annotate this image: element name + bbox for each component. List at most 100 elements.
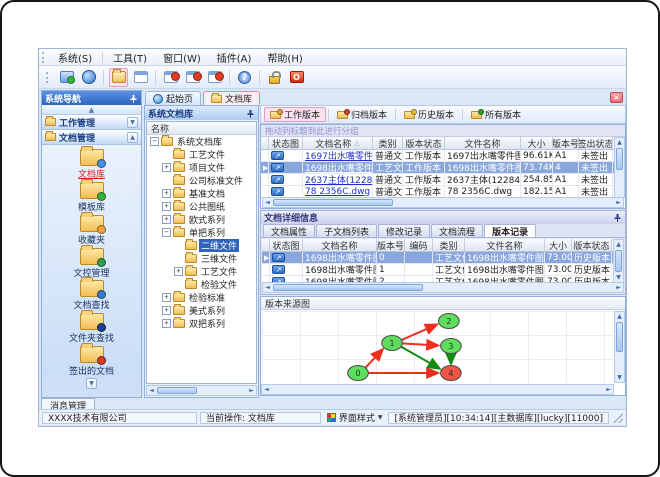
collapse-icon[interactable]: − <box>150 137 159 146</box>
scroll-left-icon[interactable]: ◄ <box>263 198 272 207</box>
scroll-up-icon[interactable]: ▲ <box>615 138 624 147</box>
tree-node-单把系列[interactable]: − 单把系列 <box>147 226 256 239</box>
column-header-文件名称[interactable]: 文件名称 <box>465 239 545 251</box>
tree-node-工艺文件[interactable]: + 工艺文件 <box>147 265 256 278</box>
tree-node-项目文件[interactable]: + 项目文件 <box>147 161 256 174</box>
column-header-版本号[interactable]: 版本号 <box>377 239 405 251</box>
scrollbar-thumb[interactable] <box>157 387 197 394</box>
table-row[interactable]: ↗1697出水嘴零件图.dwg普通文档工作版本1697出水嘴零件图.dwg96.… <box>261 150 625 162</box>
pin-icon[interactable] <box>129 94 138 103</box>
detail-grid-horizontal-scrollbar[interactable]: ◄ ► <box>262 282 624 293</box>
version-button-历史版本[interactable]: 历史版本 <box>398 107 460 122</box>
system-icon[interactable] <box>57 68 76 87</box>
expand-icon[interactable]: + <box>162 293 171 302</box>
document-library-window-icon[interactable] <box>109 67 128 87</box>
version-node-2[interactable]: 2 <box>438 313 460 329</box>
close-all-icon[interactable] <box>205 68 224 87</box>
table-row[interactable]: ↗1698出水嘴零件图.dwg1工艺文件1698出水嘴零件图.dwg73.00K… <box>262 264 624 276</box>
version-button-工作版本[interactable]: 工作版本 <box>264 107 327 122</box>
scroll-down-icon[interactable]: ▼ <box>615 373 624 382</box>
expand-icon[interactable]: + <box>162 189 171 198</box>
scrollbar-thumb[interactable] <box>616 322 623 352</box>
detail-grid-vertical-scrollbar[interactable]: ▲ ▼ <box>613 239 624 284</box>
version-node-0[interactable]: 0 <box>347 365 369 381</box>
tree-node-工艺文件[interactable]: 工艺文件 <box>147 148 256 161</box>
scroll-right-icon[interactable]: ► <box>604 385 613 394</box>
expand-icon[interactable]: + <box>162 319 171 328</box>
version-node-1[interactable]: 1 <box>381 335 403 351</box>
column-header-文档名称[interactable]: 文档名称 <box>303 239 377 251</box>
expand-icon[interactable]: + <box>174 267 183 276</box>
collapse-icon[interactable]: − <box>162 228 171 237</box>
pin-icon[interactable] <box>246 109 255 118</box>
tree-node-检验文件[interactable]: 检验文件 <box>147 278 256 291</box>
scroll-left-icon[interactable]: ◄ <box>147 386 156 395</box>
tree-node-美式系列[interactable]: + 美式系列 <box>147 304 256 317</box>
tree-node-三维文件[interactable]: 三维文件 <box>147 252 256 265</box>
tree-node-系统文档库[interactable]: − 系统文档库 <box>147 135 256 148</box>
column-header-文件名称[interactable]: 文件名称 <box>445 137 521 149</box>
column-header-类别[interactable]: 类别 <box>433 239 465 251</box>
tree-node-公共图纸[interactable]: + 公共图纸 <box>147 200 256 213</box>
version-button-所有版本[interactable]: 所有版本 <box>465 107 527 122</box>
column-header-类别[interactable]: 类别 <box>373 137 403 149</box>
cell-text[interactable]: 78 2356C.dwg <box>305 187 370 197</box>
sidebar-group-1[interactable]: 工作管理 ▼ <box>42 115 141 130</box>
tree-node-检验标准[interactable]: + 检验标准 <box>147 291 256 304</box>
cell-text[interactable]: 1697出水嘴零件图.dwg <box>305 150 372 161</box>
version-node-3[interactable]: 3 <box>440 338 462 354</box>
sidebar-item-文控管理[interactable]: 文控管理 <box>42 244 141 280</box>
expand-icon[interactable]: + <box>162 215 171 224</box>
column-header-状态图[interactable]: 状态图 <box>269 137 303 149</box>
close-group-icon[interactable] <box>183 68 202 87</box>
upper-grid-vertical-scrollbar[interactable]: ▲ <box>614 137 625 198</box>
scroll-left-icon[interactable]: ◄ <box>263 283 272 292</box>
chevron-down-icon[interactable]: ▼ <box>127 116 138 128</box>
ui-style-dropdown[interactable]: 界面样式 ▼ <box>324 412 386 424</box>
sidebar-item-模板库[interactable]: 模板库 <box>42 178 141 214</box>
scrollbar-thumb[interactable] <box>615 250 622 272</box>
cell-text[interactable]: 1698出水嘴零件图.dwg <box>305 162 372 173</box>
tree-node-公司标准文件[interactable]: 公司标准文件 <box>147 174 256 187</box>
scroll-right-icon[interactable]: ► <box>247 386 256 395</box>
column-header-版本状态[interactable]: 版本状态 <box>403 137 445 149</box>
column-header-编码[interactable]: 编码 <box>405 239 433 251</box>
tree-column-header[interactable]: 名称 <box>147 122 256 135</box>
chevron-up-icon[interactable]: ▲ <box>127 131 138 143</box>
column-header-大小[interactable]: 大小 <box>521 137 553 149</box>
scroll-down-icon[interactable]: ▼ <box>614 273 623 282</box>
cell-text[interactable]: 2637主体(12284).dwg <box>305 174 372 185</box>
workspace-tab-起始页[interactable]: 起始页 <box>145 91 202 105</box>
menu-item-3[interactable]: 窗口(W) <box>155 49 209 66</box>
pin-icon[interactable] <box>613 213 622 222</box>
menu-item-1[interactable]: 系统(S) <box>50 49 100 66</box>
scrollbar-thumb[interactable] <box>616 148 623 170</box>
resize-grip[interactable] <box>613 412 623 423</box>
sidebar-group-2[interactable]: 文档管理 ▲ <box>42 130 141 145</box>
sidebar-item-文档查找[interactable]: 文档查找 <box>42 277 141 312</box>
sidebar-item-文件夹查找[interactable]: 文件夹查找 <box>42 310 141 345</box>
version-graph-canvas[interactable]: 0 1 2 3 4 <box>262 311 613 383</box>
column-header-文档名称[interactable]: 文档名称 △ <box>303 137 373 149</box>
detail-tab-子文档列表[interactable]: 子文档列表 <box>316 224 378 238</box>
menu-item-4[interactable]: 插件(A) <box>209 49 260 66</box>
version-button-归档版本[interactable]: 归档版本 <box>331 107 393 122</box>
layout-window-icon[interactable] <box>131 68 150 87</box>
table-row[interactable]: ↗2637主体(12284).dwg普通文档工作版本2637主体(12284).… <box>261 174 625 186</box>
scrollbar-thumb[interactable] <box>273 284 423 291</box>
tree-node-双把系列[interactable]: + 双把系列 <box>147 317 256 330</box>
detail-tab-文档属性[interactable]: 文档属性 <box>263 224 316 238</box>
detail-tab-版本记录[interactable]: 版本记录 <box>484 224 537 238</box>
workspace-tab-文档库[interactable]: 文档库 <box>203 91 261 105</box>
graph-horizontal-scrollbar[interactable]: ◄ ► <box>261 384 614 395</box>
column-header-状态图[interactable]: 状态图 <box>270 239 303 251</box>
table-row[interactable]: ▶↗1698出水嘴零件图.dwg0工艺文件1698出水嘴零件图.dwg73.00… <box>262 252 624 264</box>
sidebar-item-签出的文档[interactable]: 签出的文档 <box>42 343 141 378</box>
sidebar-bottom-strip[interactable]: ▼ <box>42 378 141 389</box>
close-document-icon[interactable] <box>161 68 180 87</box>
expand-icon[interactable]: + <box>162 163 171 172</box>
upper-grid-horizontal-scrollbar[interactable]: ◄ ► <box>262 197 624 208</box>
version-node-4[interactable]: 4 <box>440 365 462 381</box>
graph-vertical-scrollbar[interactable]: ▲ ▼ <box>614 311 625 383</box>
sidebar-item-收藏夹[interactable]: 收藏夹 <box>42 211 141 247</box>
